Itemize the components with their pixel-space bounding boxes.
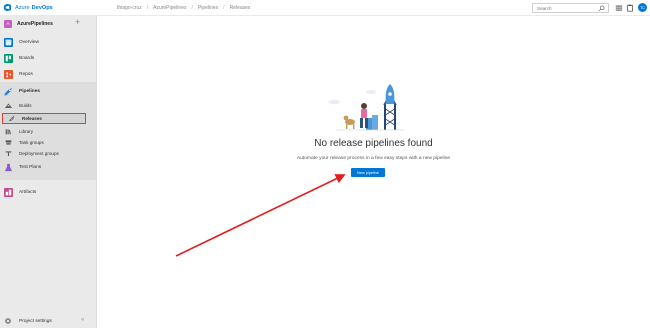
sidebar-item-task-groups[interactable]: Task groups — [0, 137, 96, 148]
collapse-chevron-icon[interactable]: « — [81, 317, 84, 323]
brand[interactable]: Azure DevOps — [0, 0, 97, 16]
top-bar: Azure DevOps thiago-cruz / AzurePipeline… — [0, 0, 650, 16]
avatar[interactable]: TC — [638, 3, 647, 12]
breadcrumb-releases[interactable]: Releases — [230, 5, 251, 11]
brand-azure: Azure — [15, 4, 30, 11]
breadcrumb-pipelines[interactable]: Pipelines — [198, 5, 218, 11]
sidebar-item-overview[interactable]: Overview — [0, 34, 96, 50]
breadcrumb: thiago-cruz / AzurePipelines / Pipelines… — [97, 5, 250, 11]
sidebar-item-boards[interactable]: Boards — [0, 50, 96, 66]
project-badge: A — [4, 19, 12, 28]
test-plans-icon — [4, 163, 13, 172]
overview-icon — [4, 37, 13, 47]
breadcrumb-org[interactable]: thiago-cruz — [117, 5, 142, 11]
sidebar-item-label: Artifacts — [19, 189, 37, 195]
sidebar-item-releases[interactable]: Releases — [2, 113, 86, 124]
search-icon[interactable] — [598, 5, 605, 12]
clipboard-icon[interactable] — [626, 4, 634, 12]
breadcrumb-separator: / — [146, 4, 149, 11]
pipelines-icon — [4, 87, 13, 96]
releases-icon — [7, 115, 15, 123]
library-icon — [4, 128, 12, 136]
sidebar-item-label: Builds — [19, 103, 32, 108]
repos-icon — [4, 69, 13, 79]
empty-state-title: No release pipelines found — [314, 138, 433, 149]
sidebar: A AzurePipelines + Overview Boards Repos… — [0, 16, 97, 328]
sidebar-item-label: Repos — [19, 71, 33, 77]
builds-icon — [4, 102, 12, 110]
sidebar-item-label: Releases — [22, 116, 42, 121]
sidebar-item-label: Pipelines — [19, 88, 41, 94]
search-box[interactable] — [532, 3, 609, 13]
task-groups-icon — [4, 139, 12, 147]
empty-state-illustration — [328, 84, 404, 131]
sidebar-item-deployment-groups[interactable]: Deployment groups — [0, 148, 96, 159]
new-pipeline-button[interactable]: New pipeline — [351, 168, 385, 177]
sidebar-item-label: Test Plans — [19, 164, 42, 170]
deployment-groups-icon — [4, 150, 12, 158]
sidebar-item-label: Task groups — [19, 140, 44, 145]
sidebar-item-test-plans[interactable]: Test Plans — [0, 159, 96, 175]
sidebar-item-repos[interactable]: Repos — [0, 66, 96, 82]
breadcrumb-project[interactable]: AzurePipelines — [153, 5, 186, 11]
add-icon[interactable]: + — [75, 17, 80, 27]
brand-devops: DevOps — [31, 4, 53, 11]
sidebar-item-label: Boards — [19, 55, 35, 61]
project-settings[interactable]: Project settings « — [0, 314, 96, 328]
search-input[interactable] — [533, 5, 595, 11]
sidebar-item-artifacts[interactable]: Artifacts — [0, 184, 96, 200]
artifacts-icon — [4, 187, 13, 197]
sidebar-item-label: Overview — [19, 39, 39, 45]
sidebar-item-label: Deployment groups — [19, 151, 59, 156]
project-settings-label: Project settings — [19, 318, 52, 324]
project-header[interactable]: A AzurePipelines + — [0, 16, 96, 31]
breadcrumb-separator: / — [191, 4, 193, 11]
project-name: AzurePipelines — [17, 20, 53, 27]
breadcrumb-separator: / — [223, 4, 225, 11]
sidebar-item-library[interactable]: Library — [0, 126, 96, 137]
list-icon[interactable] — [615, 4, 623, 12]
empty-state-description: Automate your release process in a few e… — [296, 156, 451, 161]
sidebar-item-pipelines[interactable]: Pipelines — [0, 83, 96, 99]
sidebar-item-builds[interactable]: Builds — [0, 100, 96, 111]
azure-devops-logo-icon — [3, 3, 12, 12]
gear-icon — [5, 318, 11, 324]
sidebar-item-label: Library — [19, 129, 34, 134]
main-content: No release pipelines found Automate your… — [97, 16, 650, 328]
boards-icon — [4, 53, 13, 63]
